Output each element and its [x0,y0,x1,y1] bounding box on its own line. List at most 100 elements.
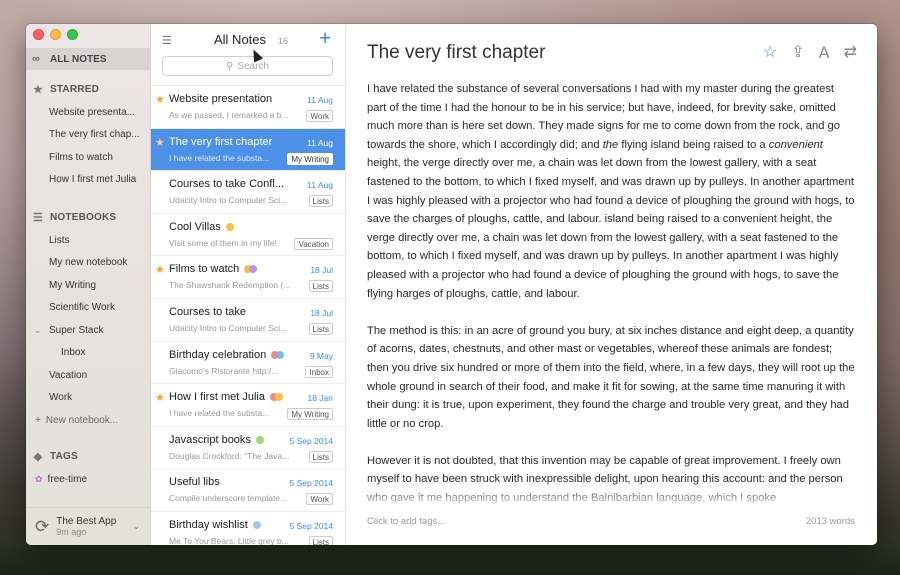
note-title-text: The very first chapter [169,135,273,148]
note-title[interactable]: The very first chapter [367,42,545,64]
notebook-badge: Work [306,493,333,506]
note-list-item[interactable]: Courses to take Confl... 11 Aug Udacity In… [151,171,345,214]
sync-status[interactable]: ⟳ The Best App 9m ago ⌄ [26,507,150,545]
note-title: Courses to take Confl... [169,178,289,190]
body-paragraph: The method is this: in an acre of ground… [367,322,855,434]
notebook-badge: Lists [308,280,333,293]
notebook-badge: Lists [308,450,333,463]
chevron-down-icon[interactable]: ⌄ [132,521,140,532]
sidebar-notebook-item[interactable]: Inbox [26,342,150,365]
note-list-item[interactable]: ★ The very first chapter 11 Aug I have rela… [151,128,345,172]
note-list-item[interactable]: Useful libs 5 Sep 2014 Compile underscore … [151,469,345,512]
sidebar-stack-item[interactable]: ⌄ Super Stack [26,319,150,342]
notebook-badge: Lists [308,535,333,545]
add-tags-field[interactable]: Click to add tags... [367,516,445,527]
sidebar-notebook-item[interactable]: My Writing [26,274,150,297]
share-icon[interactable]: ⇪ [791,42,804,62]
note-list-item[interactable]: ★ How I first met Julia 18 Jan I have relat… [151,384,345,427]
body-text: flying island being raised to a [618,138,769,151]
chevron-down-icon[interactable]: ⌄ [34,325,42,336]
maximize-window-button[interactable] [67,29,78,40]
sidebar-starred-item[interactable]: The very first chap... [26,124,150,147]
note-date: 5 Sep 2014 [289,435,333,446]
sidebar-tag-item[interactable]: ✿ free-time [26,468,150,491]
sidebar-starred-item[interactable]: Films to watch [26,146,150,169]
sidebar-notebook-item[interactable]: Work [26,387,150,410]
note-list-item[interactable]: ★ Website presentation 11 Aug As we passed,… [151,86,345,129]
note-list-item[interactable]: Javascript books 5 Sep 2014 Douglas Crockf… [151,427,345,470]
notebook-badge: Work [306,110,333,122]
note-preview: I have related the substa... [169,152,270,163]
notebook-badge: My Writing [287,152,333,165]
font-icon[interactable]: A [819,43,830,62]
note-title-text: Birthday celebration [169,348,267,361]
color-tag-dot [274,393,283,402]
editor-footer: Click to add tags... 2013 words [367,516,855,527]
note-list-item[interactable]: Courses to take 18 Jul Udacity Intro to Co… [151,299,345,342]
sync-time: 9m ago [56,527,87,537]
search-input[interactable]: ⚲ Search [162,56,333,76]
starred-header[interactable]: ★ STARRED [26,80,150,98]
notebooks-section: ☰ NOTEBOOKS Lists My new notebook My Wri… [26,208,150,432]
notebooks-header[interactable]: ☰ NOTEBOOKS [26,208,150,226]
star-icon[interactable]: ☆ [763,42,777,62]
tag-label: free-time [47,473,87,485]
body-text: height, the verge directly over me, a ch… [367,157,855,300]
sidebar-notebook-item[interactable]: Lists [26,229,150,252]
note-title: Website presentation [169,93,272,105]
note-date: 11 Aug [307,95,333,105]
notebook-icon: ☰ [32,211,44,224]
sync-account-name: The Best App [56,516,117,527]
note-body[interactable]: I have related the substance of several … [367,80,855,526]
new-notebook-button[interactable]: + New notebook... [26,409,150,432]
sort-icon[interactable]: ☰ [162,34,172,47]
tags-header[interactable]: ◆ TAGS [26,447,150,465]
body-text: The method is this: in an acre of ground… [367,324,855,430]
sidebar-notebook-item[interactable]: Vacation [26,364,150,387]
note-list-item[interactable]: Birthday celebration 9 May Giacomo's Risto… [151,342,345,385]
note-date: 18 Jan [307,393,333,404]
sidebar-notebook-item[interactable]: Scientific Work [26,297,150,320]
note-title-text: Birthday wishlist [169,518,248,531]
close-window-button[interactable] [33,29,44,40]
minimize-window-button[interactable] [50,29,61,40]
note-title: Courses to take [169,306,246,318]
new-note-button[interactable]: + [319,27,331,51]
note-preview: The Shawshank Redemption (... [169,280,291,291]
note-title: Birthday wishlist [169,519,261,531]
note-list-item[interactable]: ★ Films to watch 18 Jul The Shawshank Redem… [151,256,345,299]
note-list-item[interactable]: Cool Villas Visit some of them in my life… [151,214,345,257]
window-controls [33,29,78,40]
tag-dot-icon: ✿ [35,473,43,484]
sidebar-starred-item[interactable]: Website presenta... [26,101,150,124]
notebook-badge: My Writing [287,408,333,421]
app-window: ∞ ALL NOTES ★ STARRED Website presenta..… [26,24,877,545]
color-tag-dots [255,435,264,444]
all-notes-label: ALL NOTES [50,53,107,65]
note-preview: Udacity Intro to Computer Sci... [169,195,288,206]
sidebar-starred-item[interactable]: How I first met Julia [26,169,150,192]
note-preview: Me To You Bears. Little grey b... [169,535,289,545]
note-preview: I have related the substa... [169,408,270,419]
note-list-item[interactable]: Birthday wishlist 5 Sep 2014 Me To You Bea… [151,512,345,545]
sidebar-all-notes[interactable]: ∞ ALL NOTES [26,48,150,70]
color-tag-dots [252,521,261,530]
notebook-badge: Inbox [305,365,333,378]
tags-section: ◆ TAGS ✿ free-time [26,447,150,491]
notebooks-header-label: NOTEBOOKS [50,211,117,223]
star-icon: ★ [32,83,44,96]
star-icon: ★ [155,136,165,149]
infinity-icon: ∞ [32,53,40,65]
present-icon[interactable]: ⇄ [844,42,857,62]
notebook-badge: Vacation [294,237,333,250]
sidebar: ∞ ALL NOTES ★ STARRED Website presenta..… [26,24,151,545]
search-icon: ⚲ [225,60,234,72]
note-title: How I first met Julia [169,391,283,403]
color-tag-dot [255,435,264,444]
note-count: 16 [278,36,289,46]
note-title-text: Cool Villas [169,220,221,233]
note-editor[interactable]: The very first chapter ☆ ⇪ A ⇄ I have re… [346,24,877,545]
color-tag-dot [276,350,285,359]
note-title: Useful libs [169,476,220,488]
sidebar-notebook-item[interactable]: My new notebook [26,252,150,275]
